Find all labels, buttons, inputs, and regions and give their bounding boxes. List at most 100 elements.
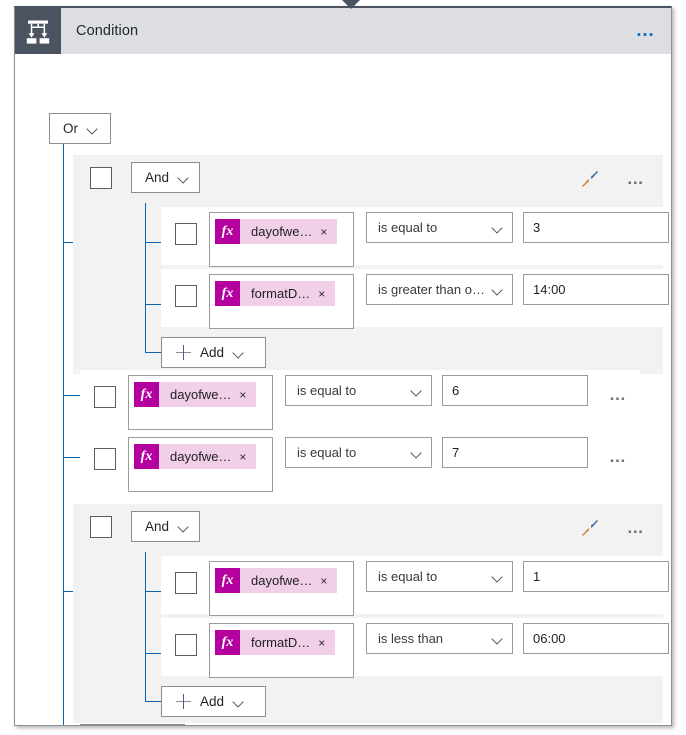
token-remove-icon[interactable]: × xyxy=(239,388,256,402)
group-checkbox[interactable] xyxy=(90,516,112,538)
chevron-down-icon xyxy=(178,174,189,181)
fx-icon: fx xyxy=(215,219,240,244)
condition-row: fx dayofwe… × is equal to 3 … xyxy=(161,207,669,267)
expression-token[interactable]: fx dayofwe… × xyxy=(215,219,338,244)
condition-card: Condition … Or And … fx dayofwe… × is eq… xyxy=(14,6,672,726)
tree-branch-line xyxy=(63,457,80,459)
chevron-down-icon xyxy=(492,224,503,231)
row-checkbox[interactable] xyxy=(94,448,116,470)
collapse-icon[interactable] xyxy=(581,170,599,188)
row-value-input[interactable]: 7 xyxy=(442,437,588,468)
group-tree-trunk-line xyxy=(145,203,147,352)
group-add-button[interactable]: Add xyxy=(161,686,266,717)
token-remove-icon[interactable]: × xyxy=(318,287,335,301)
row-value-input[interactable]: 06:00 xyxy=(523,623,669,654)
row-checkbox[interactable] xyxy=(175,285,197,307)
row-operator-select[interactable]: is less than xyxy=(366,623,513,654)
group-operator-select[interactable]: And xyxy=(131,511,201,542)
row-operator-label: is equal to xyxy=(297,383,357,398)
token-remove-icon[interactable]: × xyxy=(320,574,337,588)
chevron-down-icon xyxy=(492,635,503,642)
fx-icon: fx xyxy=(215,281,240,306)
expression-token[interactable]: fx dayofwe… × xyxy=(134,382,257,407)
row-checkbox[interactable] xyxy=(94,386,116,408)
flow-connector-arrow-icon xyxy=(342,0,360,9)
row-operator-select[interactable]: is equal to xyxy=(366,561,513,592)
card-overflow-menu-button[interactable]: … xyxy=(636,21,658,40)
row-checkbox[interactable] xyxy=(175,572,197,594)
row-field-input[interactable]: fx formatD… × xyxy=(209,623,354,678)
group-header: And … xyxy=(73,155,663,203)
row-value-input[interactable]: 14:00 xyxy=(523,274,669,305)
condition-row: fx dayofwe… × is equal to 1 … xyxy=(161,556,669,616)
row-checkbox[interactable] xyxy=(175,223,197,245)
row-operator-select[interactable]: is equal to xyxy=(285,437,432,468)
row-value-input[interactable]: 6 xyxy=(442,375,588,406)
condition-group: And … xyxy=(73,504,669,723)
token-remove-icon[interactable]: × xyxy=(320,225,337,239)
expression-token[interactable]: fx dayofwe… × xyxy=(134,444,257,469)
row-operator-label: is less than xyxy=(378,631,444,646)
token-label: dayofwe… xyxy=(251,573,313,588)
condition-row: fx dayofwe… × is equal to 6 … xyxy=(80,370,640,430)
condition-body: Or And … fx dayofwe… × is equal to 3 fx … xyxy=(15,54,671,725)
condition-group: And … xyxy=(73,155,669,374)
chevron-down-icon xyxy=(233,698,244,705)
row-operator-label: is equal to xyxy=(297,445,357,460)
group-tree-branch-line xyxy=(145,701,161,703)
token-remove-icon[interactable]: × xyxy=(318,636,335,650)
chevron-down-icon xyxy=(233,349,244,356)
collapse-icon[interactable] xyxy=(581,519,599,537)
row-operator-label: is equal to xyxy=(378,220,438,235)
row-value-input[interactable]: 3 xyxy=(523,212,669,243)
group-operator-select[interactable]: And xyxy=(131,162,201,193)
token-label: formatD… xyxy=(251,286,311,301)
row-field-input[interactable]: fx dayofwe… × xyxy=(128,375,273,430)
root-operator-label: Or xyxy=(63,121,78,136)
chevron-down-icon xyxy=(178,523,189,530)
tree-branch-line xyxy=(63,395,80,397)
condition-row: fx formatD… × is greater than o… 14:00 … xyxy=(161,269,669,329)
group-overflow-menu-button[interactable]: … xyxy=(627,519,646,536)
row-value-input[interactable]: 1 xyxy=(523,561,669,592)
expression-token[interactable]: fx dayofwe… × xyxy=(215,568,338,593)
row-operator-label: is equal to xyxy=(378,569,438,584)
condition-card-root: Condition … Or And … fx dayofwe… × is eq… xyxy=(0,0,686,735)
token-remove-icon[interactable]: × xyxy=(239,450,256,464)
group-overflow-menu-button[interactable]: … xyxy=(627,170,646,187)
row-field-input[interactable]: fx formatD… × xyxy=(209,274,354,329)
tree-trunk-line xyxy=(63,144,65,725)
row-operator-select[interactable]: is equal to xyxy=(285,375,432,406)
expression-token[interactable]: fx formatD… × xyxy=(215,630,336,655)
page-title: Condition xyxy=(76,23,139,39)
row-field-input[interactable]: fx dayofwe… × xyxy=(209,561,354,616)
row-overflow-menu-button[interactable]: … xyxy=(609,386,628,403)
row-checkbox[interactable] xyxy=(175,634,197,656)
condition-row: fx formatD… × is less than 06:00 … xyxy=(161,618,669,678)
fx-icon: fx xyxy=(215,568,240,593)
token-label: dayofwe… xyxy=(170,387,232,402)
condition-branch-icon xyxy=(15,8,61,54)
group-tree-branch-line xyxy=(145,352,161,354)
group-header: And … xyxy=(73,504,663,552)
group-add-button[interactable]: Add xyxy=(161,337,266,368)
group-tree-branch-line xyxy=(145,653,161,655)
chevron-down-icon xyxy=(87,125,98,132)
group-tree-branch-line xyxy=(145,304,161,306)
row-operator-select[interactable]: is equal to xyxy=(366,212,513,243)
row-overflow-menu-button[interactable]: … xyxy=(609,448,628,465)
fx-icon: fx xyxy=(134,382,159,407)
expression-token[interactable]: fx formatD… × xyxy=(215,281,336,306)
condition-row: fx dayofwe… × is equal to 7 … xyxy=(80,432,640,492)
row-operator-select[interactable]: is greater than o… xyxy=(366,274,513,305)
group-add-label: Add xyxy=(200,345,225,360)
group-checkbox[interactable] xyxy=(90,167,112,189)
group-tree-trunk-line xyxy=(145,552,147,701)
chevron-down-icon xyxy=(492,286,503,293)
fx-icon: fx xyxy=(215,630,240,655)
plus-icon xyxy=(176,694,191,709)
root-operator-select[interactable]: Or xyxy=(49,113,111,144)
row-field-input[interactable]: fx dayofwe… × xyxy=(128,437,273,492)
root-add-button[interactable]: Add xyxy=(80,724,185,725)
row-field-input[interactable]: fx dayofwe… × xyxy=(209,212,354,267)
